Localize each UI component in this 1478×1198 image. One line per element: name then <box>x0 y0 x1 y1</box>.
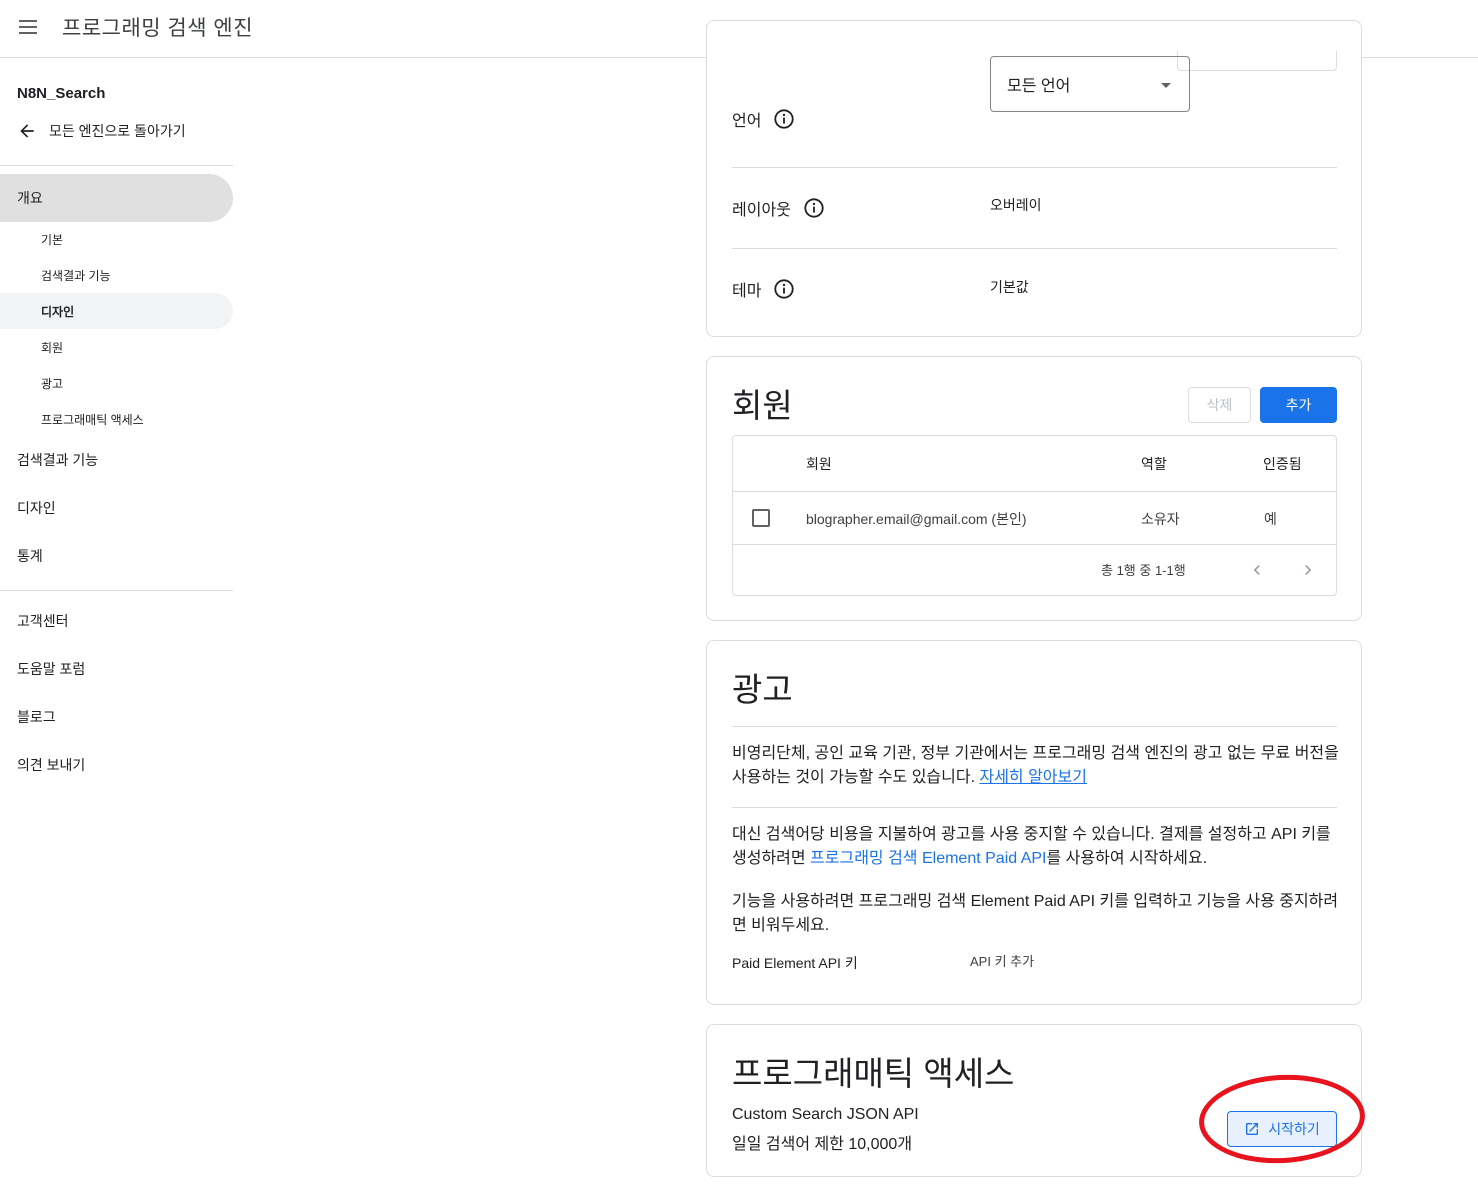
theme-row-label: 테마 <box>732 277 795 301</box>
sidebar-item-help-forum[interactable]: 도움말 포럼 <box>0 645 233 693</box>
open-in-new-icon <box>1246 1123 1259 1135</box>
members-table: 회원 역할 인증됨 blographer.email@gmail.com (본인… <box>732 435 1337 596</box>
member-role: 소유자 <box>1141 511 1180 527</box>
sidebar-item-overview[interactable]: 개요 <box>0 174 233 222</box>
row-divider <box>732 167 1337 168</box>
sidebar-subitem-members[interactable]: 회원 <box>0 329 233 365</box>
ads-title: 광고 <box>732 671 793 708</box>
section-divider <box>732 807 1337 808</box>
sidebar-item-search-features[interactable]: 검색결과 기능 <box>0 436 233 484</box>
menu-icon[interactable] <box>18 18 40 36</box>
preview-button-partial[interactable] <box>1177 51 1337 71</box>
api-name: Custom Search JSON API <box>732 1106 919 1123</box>
member-email: blographer.email@gmail.com (본인) <box>806 511 1027 527</box>
sidebar-item-help-center[interactable]: 고객센터 <box>0 597 233 645</box>
ads-card: 광고 비영리단체, 공인 교육 기관, 정부 기관에서는 프로그래밍 검색 엔진… <box>706 640 1362 1005</box>
sidebar-divider <box>0 590 233 591</box>
sidebar-divider <box>0 165 233 166</box>
learn-more-link[interactable]: 자세히 알아보기 <box>979 769 1087 786</box>
language-select-value: 모든 언어 <box>1007 78 1071 95</box>
sidebar-item-statistics[interactable]: 통계 <box>0 532 233 580</box>
theme-value: 기본값 <box>990 279 1029 295</box>
layout-row-label: 레이아웃 <box>732 196 825 220</box>
sidebar-subitem-basic[interactable]: 기본 <box>0 221 233 257</box>
engine-name: N8N_Search <box>17 85 106 102</box>
sidebar-item-send-feedback[interactable]: 의견 보내기 <box>0 741 233 789</box>
app-title: 프로그래밍 검색 엔진 <box>62 17 254 40</box>
delete-button[interactable]: 삭제 <box>1188 387 1251 423</box>
back-to-all-engines-link[interactable]: 모든 엔진으로 돌아가기 <box>17 121 186 141</box>
arrow-back-icon <box>20 124 34 138</box>
programmatic-access-card: 프로그래매틱 액세스 Custom Search JSON API 일일 검색어… <box>706 1024 1362 1177</box>
pagination-text: 총 1행 중 1-1행 <box>1101 563 1186 578</box>
member-verified: 예 <box>1264 511 1277 527</box>
section-divider <box>732 726 1337 727</box>
add-button[interactable]: 추가 <box>1260 387 1337 423</box>
dropdown-arrow-icon <box>1161 83 1171 88</box>
sidebar-item-blog[interactable]: 블로그 <box>0 693 233 741</box>
column-header-verified[interactable]: 인증됨 <box>1263 454 1302 474</box>
info-icon[interactable] <box>803 197 825 219</box>
back-link-label: 모든 엔진으로 돌아가기 <box>49 123 186 139</box>
language-row-label: 언어 <box>732 107 795 131</box>
chevron-left-icon[interactable] <box>1247 560 1267 580</box>
info-icon[interactable] <box>773 108 795 130</box>
language-label: 언어 <box>732 113 762 130</box>
layout-value: 오버레이 <box>990 197 1042 213</box>
sidebar-subitem-ads[interactable]: 광고 <box>0 365 233 401</box>
query-limit: 일일 검색어 제한 10,000개 <box>732 1136 913 1153</box>
members-title: 회원 <box>732 387 793 424</box>
ads-api-key-instructions: 기능을 사용하려면 프로그래밍 검색 Element Paid API 키를 입… <box>732 893 1339 934</box>
sidebar-item-design[interactable]: 디자인 <box>0 484 233 532</box>
table-divider <box>733 491 1336 492</box>
ads-paid-api-text: 대신 검색어당 비용을 지불하여 광고를 사용 중지할 수 있습니다. 결제를 … <box>732 826 1331 867</box>
design-card: 언어 모든 언어 레이아웃 오버레이 테마 기본값 <box>706 20 1362 337</box>
ads-nonprofit-text: 비영리단체, 공인 교육 기관, 정부 기관에서는 프로그래밍 검색 엔진의 광… <box>732 745 1339 786</box>
sidebar-subitem-search-features[interactable]: 검색결과 기능 <box>0 257 233 293</box>
theme-label: 테마 <box>732 283 762 300</box>
get-started-label: 시작하기 <box>1268 1121 1320 1137</box>
members-card: 회원 삭제 추가 회원 역할 인증됨 blographer.email@gmai… <box>706 356 1362 621</box>
sidebar-subitem-programmatic-access[interactable]: 프로그래매틱 액세스 <box>0 401 233 437</box>
row-checkbox[interactable] <box>752 509 770 527</box>
info-icon[interactable] <box>773 278 795 300</box>
table-divider <box>733 544 1336 545</box>
get-started-button[interactable]: 시작하기 <box>1227 1111 1337 1147</box>
sidebar-subitem-design[interactable]: 디자인 <box>0 293 233 329</box>
column-header-role[interactable]: 역할 <box>1141 454 1167 474</box>
column-header-member[interactable]: 회원 <box>806 454 832 474</box>
add-api-key-link[interactable]: API 키 추가 <box>970 951 1034 970</box>
language-select[interactable]: 모든 언어 <box>990 56 1190 112</box>
api-key-label: Paid Element API 키 <box>732 955 858 971</box>
layout-label: 레이아웃 <box>732 202 791 219</box>
row-divider <box>732 248 1337 249</box>
paid-api-link[interactable]: 프로그래밍 검색 Element Paid API <box>810 850 1046 867</box>
chevron-right-icon[interactable] <box>1298 560 1318 580</box>
programmatic-access-title: 프로그래매틱 액세스 <box>732 1055 1015 1092</box>
sidebar: N8N_Search 모든 엔진으로 돌아가기 개요 기본 검색결과 기능 디자… <box>0 59 234 1198</box>
